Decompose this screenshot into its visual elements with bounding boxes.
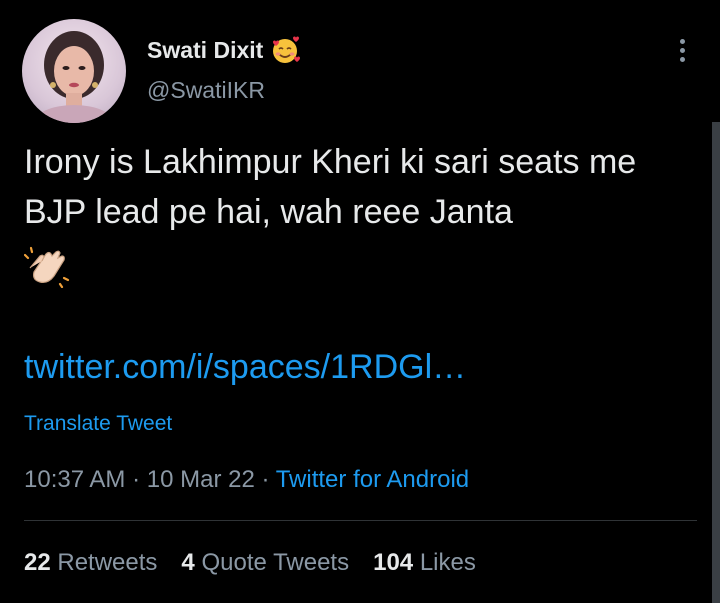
profile-photo bbox=[34, 31, 114, 123]
likes-label: Likes bbox=[419, 549, 476, 576]
retweets-label: Retweets bbox=[57, 549, 158, 576]
likes-stat[interactable]: 104 Likes bbox=[373, 549, 476, 577]
tweet-source-link[interactable]: Twitter for Android bbox=[276, 466, 469, 493]
quote-tweets-label: Quote Tweets bbox=[201, 549, 350, 576]
quote-tweets-count: 4 bbox=[181, 549, 195, 576]
divider bbox=[24, 520, 697, 521]
display-name-text: Swati Dixit bbox=[147, 36, 264, 63]
user-handle[interactable]: @SwatiIKR bbox=[147, 77, 265, 104]
retweets-stat[interactable]: 22 Retweets bbox=[24, 549, 157, 577]
quote-tweets-stat[interactable]: 4 Quote Tweets bbox=[181, 549, 349, 577]
avatar[interactable] bbox=[22, 19, 126, 123]
tweet-link[interactable]: twitter.com/i/spaces/1RDGl… bbox=[24, 348, 466, 387]
more-options-icon[interactable] bbox=[672, 36, 692, 64]
tweet-text: Irony is Lakhimpur Kheri ki sari seats m… bbox=[24, 143, 637, 231]
meta-separator: · bbox=[261, 466, 270, 493]
tweet-stats: 22 Retweets 4 Quote Tweets 104 Likes bbox=[24, 549, 476, 577]
translate-tweet-button[interactable]: Translate Tweet bbox=[24, 412, 172, 436]
meta-separator: · bbox=[132, 466, 141, 493]
retweets-count: 22 bbox=[24, 549, 51, 576]
clapping-hands-icon bbox=[24, 246, 70, 288]
tweet-time[interactable]: 10:37 AM bbox=[24, 466, 125, 493]
likes-count: 104 bbox=[373, 549, 414, 576]
tweet-meta: 10:37 AM · 10 Mar 22 · Twitter for Andro… bbox=[24, 466, 469, 494]
scrollbar[interactable] bbox=[712, 122, 720, 603]
display-name[interactable]: Swati Dixit bbox=[147, 34, 301, 66]
smiling-face-with-hearts-icon bbox=[273, 36, 301, 63]
tweet-date[interactable]: 10 Mar 22 bbox=[147, 466, 255, 493]
